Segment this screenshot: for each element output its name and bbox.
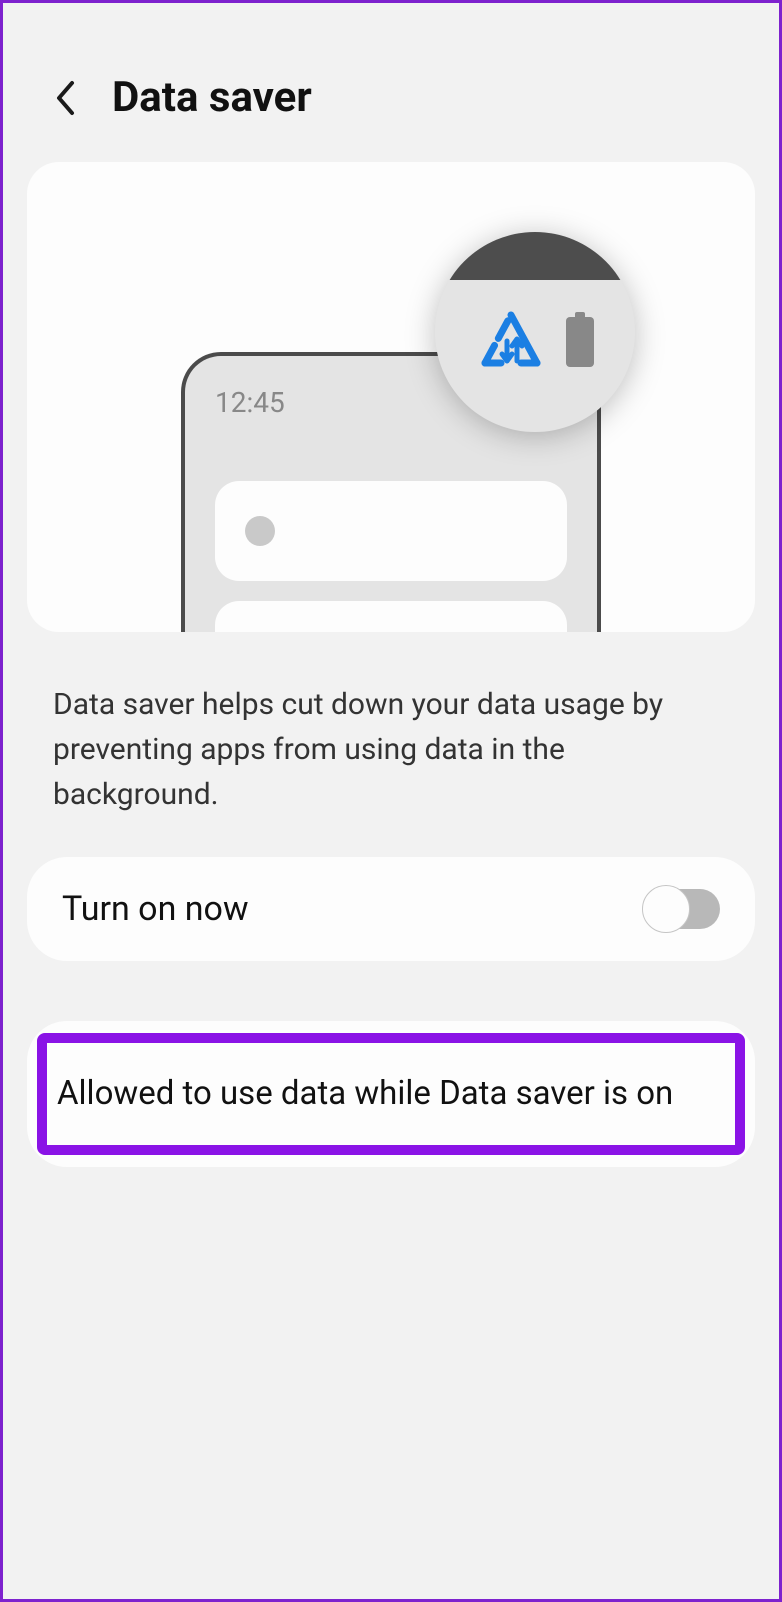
- phone-clock: 12:45: [215, 386, 285, 419]
- allowed-data-row[interactable]: Allowed to use data while Data saver is …: [37, 1033, 745, 1155]
- phone-card: [215, 481, 567, 581]
- allowed-row-container[interactable]: Allowed to use data while Data saver is …: [27, 1021, 755, 1167]
- toggle-knob: [642, 885, 690, 933]
- phone-card-2: [215, 601, 567, 632]
- phone-card-dot: [245, 516, 275, 546]
- turn-on-toggle[interactable]: [644, 889, 720, 929]
- battery-icon: [566, 317, 594, 367]
- header: Data saver: [3, 3, 779, 162]
- illustration-card: 12:45: [27, 162, 755, 632]
- turn-on-row[interactable]: Turn on now: [27, 857, 755, 961]
- back-icon[interactable]: [53, 78, 77, 118]
- description-text: Data saver helps cut down your data usag…: [3, 632, 779, 857]
- data-saver-icon: [476, 307, 546, 377]
- page-title: Data saver: [112, 73, 312, 122]
- magnifier-circle: [435, 232, 635, 432]
- turn-on-label: Turn on now: [62, 889, 249, 929]
- magnifier-top-bar: [435, 232, 635, 280]
